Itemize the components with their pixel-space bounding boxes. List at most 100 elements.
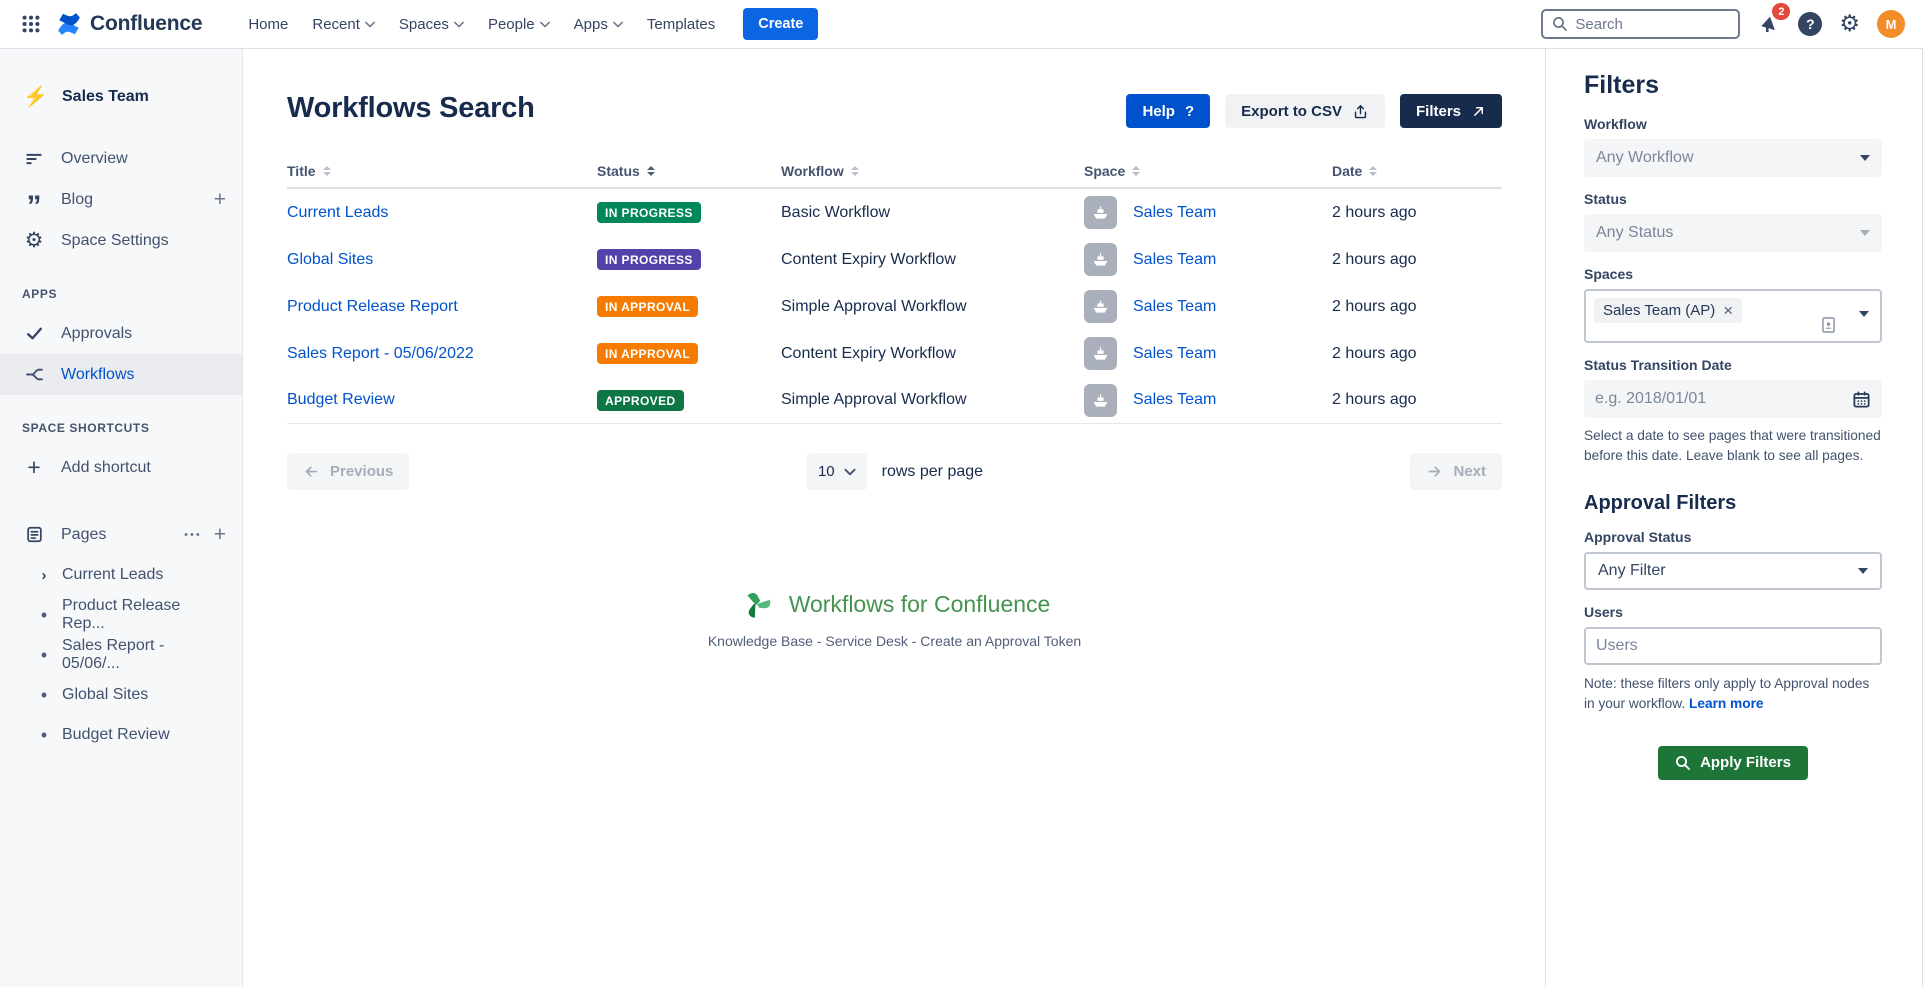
page-tree-item-budget-review[interactable]: •Budget Review: [0, 715, 242, 755]
row-title-link[interactable]: Sales Report - 05/06/2022: [287, 345, 474, 362]
arrow-right-icon: [1426, 463, 1443, 480]
add-shortcut-button[interactable]: + Add shortcut: [0, 447, 242, 488]
workflows-table: TitleStatusWorkflowSpaceDate Current Lea…: [287, 155, 1502, 424]
sidebar-item-blog[interactable]: ” Blog +: [0, 179, 242, 220]
expand-chevron-icon[interactable]: ›: [38, 567, 50, 584]
space-header[interactable]: ⚡ Sales Team: [0, 77, 242, 116]
apply-filters-label: Apply Filters: [1700, 754, 1791, 771]
nav-item-spaces[interactable]: Spaces: [387, 8, 476, 41]
chevron-down-icon: [1860, 155, 1870, 161]
ship-icon: [1091, 298, 1110, 315]
link-separator: -: [813, 633, 825, 649]
calendar-icon[interactable]: [1852, 390, 1871, 409]
sidebar-item-space-settings[interactable]: ⚙ Space Settings: [0, 220, 242, 261]
row-title-link[interactable]: Product Release Report: [287, 298, 458, 315]
space-chip: Sales Team (AP) ×: [1594, 298, 1742, 323]
settings-button[interactable]: ⚙: [1839, 13, 1860, 36]
chevron-down-icon: [540, 21, 550, 28]
footer-link-create-an-approval-token[interactable]: Create an Approval Token: [920, 633, 1081, 649]
column-header-status[interactable]: Status: [597, 163, 781, 179]
app-switcher-icon[interactable]: [18, 11, 44, 37]
column-header-space[interactable]: Space: [1084, 163, 1332, 179]
notifications-button[interactable]: 2: [1757, 12, 1781, 36]
column-header-date[interactable]: Date: [1332, 163, 1502, 179]
approvals-check-icon: [22, 324, 46, 343]
transition-date-input[interactable]: [1595, 390, 1815, 408]
row-space-link[interactable]: Sales Team: [1133, 204, 1216, 222]
learn-more-link[interactable]: Learn more: [1689, 696, 1764, 711]
column-header-title[interactable]: Title: [287, 163, 597, 179]
nav-item-templates[interactable]: Templates: [635, 8, 727, 41]
approval-status-value: Any Filter: [1598, 562, 1666, 580]
users-filter-field[interactable]: [1584, 627, 1882, 665]
rows-per-page-select[interactable]: 10: [806, 453, 868, 490]
sidebar-item-workflows[interactable]: Workflows: [0, 354, 242, 395]
add-page-icon[interactable]: +: [214, 523, 226, 547]
sidebar-item-overview[interactable]: Overview: [0, 138, 242, 179]
row-title-link[interactable]: Budget Review: [287, 391, 395, 408]
page-tree-item-global-sites[interactable]: •Global Sites: [0, 675, 242, 715]
sidebar-item-pages[interactable]: Pages ••• +: [0, 514, 242, 555]
bullet-icon: •: [38, 646, 50, 664]
search-icon: [1675, 755, 1691, 771]
page-tree-item-sales-report-05-06[interactable]: •Sales Report - 05/06/...: [0, 635, 242, 675]
table-row: Budget Review APPROVED Simple Approval W…: [287, 377, 1502, 424]
status-filter-select[interactable]: Any Status: [1584, 214, 1882, 252]
row-date: 2 hours ago: [1332, 204, 1502, 222]
row-space-link[interactable]: Sales Team: [1133, 298, 1216, 316]
row-space-link[interactable]: Sales Team: [1133, 391, 1216, 409]
status-badge: IN PROGRESS: [597, 202, 701, 223]
filters-button[interactable]: Filters: [1400, 94, 1502, 128]
rows-per-page-label: rows per page: [882, 463, 983, 481]
space-avatar-icon: [1084, 384, 1117, 417]
nav-item-apps[interactable]: Apps: [562, 8, 635, 41]
help-button-label: Help: [1142, 103, 1175, 120]
row-title-link[interactable]: Global Sites: [287, 251, 373, 268]
add-blog-post-icon[interactable]: +: [214, 188, 226, 212]
page-title: Workflows Search: [287, 92, 535, 125]
user-avatar[interactable]: M: [1877, 10, 1905, 38]
workflow-filter-select[interactable]: Any Workflow: [1584, 139, 1882, 177]
remove-chip-icon[interactable]: ×: [1723, 302, 1733, 319]
page-tree-item-product-release-rep[interactable]: •Product Release Rep...: [0, 595, 242, 635]
apply-filters-button[interactable]: Apply Filters: [1658, 746, 1808, 780]
row-space-link[interactable]: Sales Team: [1133, 345, 1216, 363]
transition-date-label: Status Transition Date: [1584, 357, 1882, 373]
search-box[interactable]: [1541, 9, 1740, 39]
help-button-topbar[interactable]: ?: [1798, 12, 1822, 36]
status-badge: APPROVED: [597, 390, 684, 411]
page-tree-label: Global Sites: [62, 686, 148, 704]
spaces-filter-multiselect[interactable]: Sales Team (AP) ×: [1584, 289, 1882, 343]
confluence-logo[interactable]: Confluence: [56, 11, 202, 37]
row-space-link[interactable]: Sales Team: [1133, 251, 1216, 269]
footer-link-knowledge-base[interactable]: Knowledge Base: [708, 633, 813, 649]
transition-date-field[interactable]: [1584, 380, 1882, 418]
space-shortcuts-heading: SPACE SHORTCUTS: [0, 421, 242, 435]
pages-more-icon[interactable]: •••: [184, 529, 202, 541]
nav-item-people[interactable]: People: [476, 8, 562, 41]
create-button[interactable]: Create: [743, 8, 818, 40]
filters-panel-title: Filters: [1584, 71, 1882, 100]
previous-page-button[interactable]: Previous: [287, 453, 409, 490]
sidebar-item-label: Pages: [61, 526, 106, 544]
approval-status-select[interactable]: Any Filter: [1584, 552, 1882, 590]
help-button[interactable]: Help ?: [1126, 94, 1210, 128]
table-body: Current Leads IN PROGRESS Basic Workflow…: [287, 189, 1502, 424]
space-sidebar: ⚡ Sales Team Overview ” Blog + ⚙ Space S…: [0, 49, 243, 987]
next-page-button[interactable]: Next: [1410, 453, 1502, 490]
ship-icon: [1091, 204, 1110, 221]
nav-item-recent[interactable]: Recent: [300, 8, 387, 41]
row-workflow: Simple Approval Workflow: [781, 391, 1084, 409]
export-csv-button[interactable]: Export to CSV: [1225, 94, 1385, 128]
search-input[interactable]: [1575, 16, 1715, 33]
sidebar-item-approvals[interactable]: Approvals: [0, 313, 242, 354]
column-header-workflow[interactable]: Workflow: [781, 163, 1084, 179]
footer-link-service-desk[interactable]: Service Desk: [825, 633, 907, 649]
chevron-down-icon: [845, 468, 856, 476]
users-filter-input[interactable]: [1596, 637, 1870, 655]
row-title-link[interactable]: Current Leads: [287, 204, 388, 221]
nav-item-home[interactable]: Home: [236, 8, 300, 41]
page-tree-item-current-leads[interactable]: ›Current Leads: [0, 555, 242, 595]
status-badge: IN APPROVAL: [597, 343, 698, 364]
workflow-filter-value: Any Workflow: [1596, 149, 1694, 167]
